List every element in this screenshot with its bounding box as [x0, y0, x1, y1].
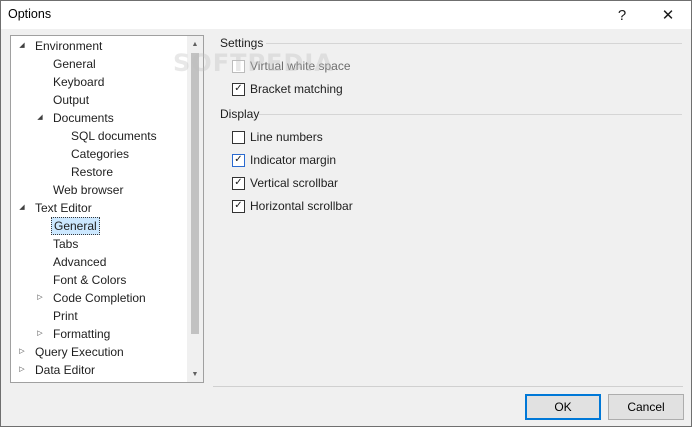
tree-item-label: Categories — [71, 147, 130, 161]
tree-item-label: Formatting — [53, 327, 111, 341]
tree-item[interactable]: ▷ Query Execution — [11, 343, 185, 361]
tree-item[interactable]: Print — [11, 307, 185, 325]
tree-item-label: Restore — [71, 165, 114, 179]
tree-item-label: Print — [53, 309, 78, 323]
expanded-arrow-icon[interactable]: ◢ — [35, 109, 45, 127]
tree-item-label: Documents — [53, 111, 114, 125]
display-divider — [259, 114, 682, 115]
close-button[interactable]: ✕ — [645, 1, 691, 29]
tree-item-label: Data Editor — [35, 363, 96, 377]
tree-item[interactable]: Advanced — [11, 253, 185, 271]
ok-button[interactable]: OK — [525, 394, 601, 420]
checkbox[interactable] — [232, 130, 245, 144]
tree-item[interactable]: Categories — [11, 145, 185, 163]
tree-item[interactable]: Web browser — [11, 181, 185, 199]
checkbox[interactable]: ✓ — [232, 199, 245, 213]
collapsed-arrow-icon[interactable]: ▷ — [35, 325, 45, 343]
tree-item-label: General — [51, 217, 100, 235]
tree-item-label: SQL documents — [71, 129, 157, 143]
collapsed-arrow-icon[interactable]: ▷ — [17, 343, 27, 361]
tree-item[interactable]: ▷ Data Editor — [11, 361, 185, 379]
option-label: Vertical scrollbar — [250, 176, 339, 190]
tree-item[interactable]: ▷ Code Completion — [11, 289, 185, 307]
tree-item[interactable]: Tabs — [11, 235, 185, 253]
tree-item[interactable]: ◢ Documents — [11, 109, 185, 127]
option-label: Line numbers — [250, 130, 323, 144]
collapsed-arrow-icon[interactable]: ▷ — [35, 289, 45, 307]
option-label: Bracket matching — [250, 82, 343, 96]
tree-item-label: Font & Colors — [53, 273, 127, 287]
tree-item-label: Advanced — [53, 255, 107, 269]
tree-item-label: Tabs — [53, 237, 79, 251]
option-label: Indicator margin — [250, 153, 337, 167]
checkbox[interactable]: ✓ — [232, 82, 245, 96]
title-bar: Options ? ✕ — [1, 1, 691, 29]
tree-item-label: Web browser — [53, 183, 124, 197]
tree-item-label: General — [53, 57, 96, 71]
collapsed-arrow-icon[interactable]: ▷ — [17, 361, 27, 379]
scroll-down-icon[interactable]: ▼ — [187, 366, 203, 382]
tree-item-label: Output — [53, 93, 90, 107]
settings-header: Settings — [220, 36, 264, 50]
tree-item[interactable]: Font & Colors — [11, 271, 185, 289]
dialog-title: Options — [8, 7, 52, 21]
tree-item[interactable]: Keyboard — [11, 73, 185, 91]
tree-item[interactable]: General — [11, 217, 185, 235]
expanded-arrow-icon[interactable]: ◢ — [17, 37, 27, 55]
watermark: SOFTPEDIA — [173, 49, 334, 77]
tree-item[interactable]: General — [11, 55, 185, 73]
tree-item[interactable]: SQL documents — [11, 127, 185, 145]
tree-scrollbar[interactable]: ▲ ▼ — [187, 36, 203, 382]
expanded-arrow-icon[interactable]: ◢ — [17, 199, 27, 217]
checkbox[interactable]: ✓ — [232, 176, 245, 190]
footer-divider — [213, 386, 683, 387]
tree-item[interactable]: Output — [11, 91, 185, 109]
cancel-button[interactable]: Cancel — [608, 394, 684, 420]
tree-item[interactable]: ◢ Environment — [11, 37, 185, 55]
tree-item[interactable]: ▷ Formatting — [11, 325, 185, 343]
tree-item-label: Environment — [35, 39, 103, 53]
display-header: Display — [220, 107, 260, 121]
option-indicator-margin[interactable]: ✓ Indicator margin — [232, 152, 336, 168]
tree-item-label: Text Editor — [35, 201, 92, 215]
help-button[interactable]: ? — [599, 1, 645, 29]
tree-item-label: Code Completion — [53, 291, 146, 305]
tree-item-label: Query Execution — [35, 345, 124, 359]
options-tree[interactable]: ▷ Data Editor ▷ Query Execution ▷ Formatting P… — [10, 35, 204, 383]
tree-item[interactable]: ◢ Text Editor — [11, 199, 185, 217]
option-horizontal-scrollbar[interactable]: ✓ Horizontal scrollbar — [232, 198, 353, 214]
tree-item[interactable]: Restore — [11, 163, 185, 181]
help-icon: ? — [617, 6, 627, 24]
tree-item-label: Keyboard — [53, 75, 105, 89]
settings-divider — [266, 43, 682, 44]
option-vertical-scrollbar[interactable]: ✓ Vertical scrollbar — [232, 175, 338, 191]
option-line-numbers[interactable]: Line numbers — [232, 129, 323, 145]
option-label: Horizontal scrollbar — [250, 199, 353, 213]
option-bracket-matching[interactable]: ✓ Bracket matching — [232, 81, 343, 97]
scroll-thumb[interactable] — [191, 53, 199, 334]
close-icon: ✕ — [661, 7, 675, 24]
checkbox[interactable]: ✓ — [232, 153, 245, 167]
options-dialog: Options ? ✕ ▷ Data Editor ▷ Query Execution… — [0, 0, 692, 427]
